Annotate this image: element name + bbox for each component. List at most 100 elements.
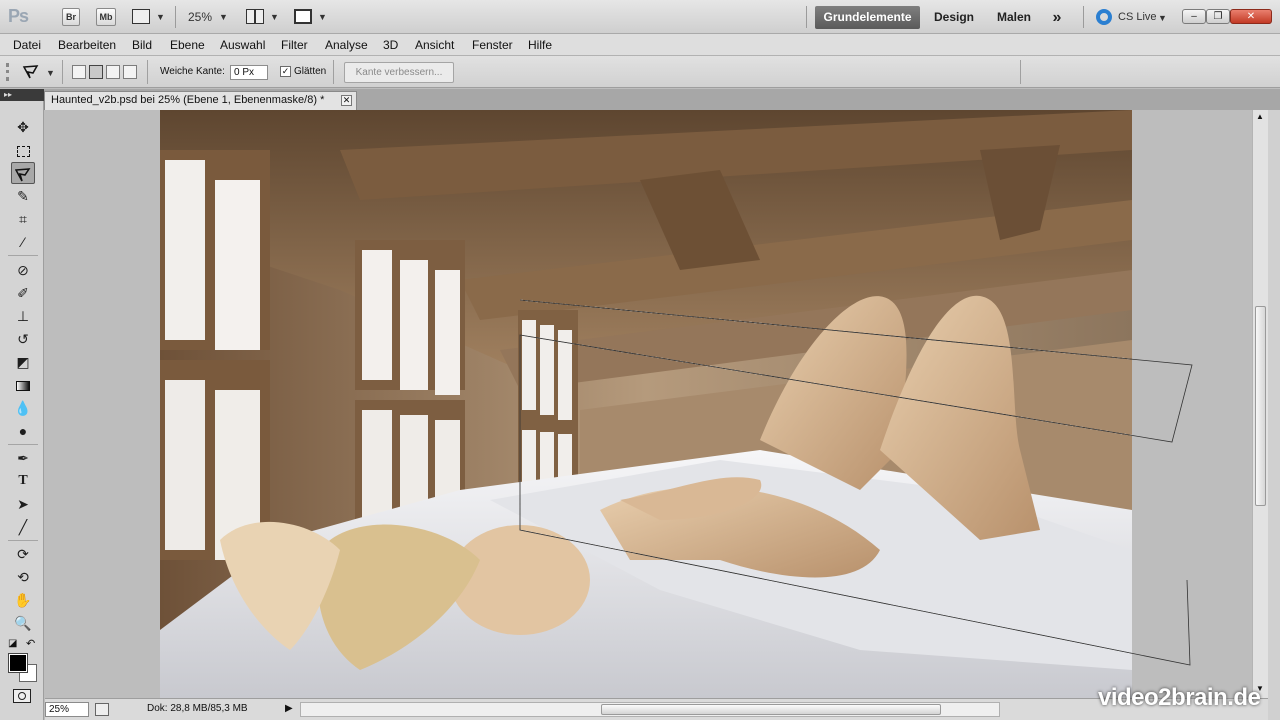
document-tab-strip: Haunted_v2b.psd bei 25% (Ebene 1, Ebenen…	[0, 89, 1280, 110]
menu-auswahl[interactable]: Auswahl	[220, 38, 265, 52]
restore-button[interactable]: ❐	[1206, 9, 1230, 24]
subtract-from-selection-button[interactable]	[106, 65, 120, 79]
options-bar: ▼ Weiche Kante: 0 Px ✓ Glätten Kante ver…	[0, 56, 1280, 88]
history-brush-icon[interactable]: ↺	[11, 328, 35, 350]
separator	[175, 6, 176, 28]
status-zoom-input[interactable]: 25%	[45, 702, 89, 717]
vertical-scroll-thumb[interactable]	[1255, 306, 1266, 506]
dodge-icon[interactable]: ●	[11, 420, 35, 442]
add-to-selection-button[interactable]	[89, 65, 103, 79]
horizontal-scroll-thumb[interactable]	[601, 704, 941, 715]
document-size-info: Dok: 28,8 MB/85,3 MB	[147, 703, 248, 714]
menu-analyse[interactable]: Analyse	[325, 38, 368, 52]
selection-path-overlay	[519, 299, 1193, 666]
crop-icon[interactable]: ⌗	[11, 208, 35, 230]
gradient-icon[interactable]	[11, 374, 35, 396]
workspace-malen[interactable]: Malen	[990, 6, 1038, 29]
rect-marquee-icon[interactable]	[11, 139, 35, 161]
close-button[interactable]: ✕	[1230, 9, 1272, 24]
application-bar: Ps Br Mb ▼ 25% ▼ ▼ ▼ Grundelemente Desig…	[0, 0, 1280, 34]
polygonal-lasso-icon[interactable]	[11, 162, 35, 184]
eraser-icon[interactable]: ◩	[11, 351, 35, 373]
panel-dock-edge	[1268, 110, 1280, 720]
chevron-down-icon[interactable]: ▼	[270, 12, 279, 22]
menu-hilfe[interactable]: Hilfe	[528, 38, 552, 52]
photoshop-logo: Ps	[8, 6, 29, 26]
separator	[62, 60, 63, 84]
document-tab-title: Haunted_v2b.psd bei 25% (Ebene 1, Ebenen…	[51, 94, 325, 106]
separator	[147, 60, 148, 84]
3d-orbit-icon[interactable]: ⟲	[11, 566, 35, 588]
chevron-down-icon[interactable]: ▼	[219, 12, 228, 22]
new-selection-button[interactable]	[72, 65, 86, 79]
hand-icon[interactable]: ✋	[11, 589, 35, 611]
refine-edge-button[interactable]: Kante verbessern...	[344, 62, 454, 83]
quick-mask-icon[interactable]	[13, 689, 31, 703]
options-grip	[6, 63, 16, 81]
brush-icon[interactable]: ✐	[11, 282, 35, 304]
menu-ebene[interactable]: Ebene	[170, 38, 205, 52]
view-extras-icon[interactable]	[132, 9, 150, 24]
swap-colors-icon[interactable]: ↶	[26, 637, 35, 650]
document-tab[interactable]: Haunted_v2b.psd bei 25% (Ebene 1, Ebenen…	[44, 91, 357, 110]
healing-brush-icon[interactable]: ⊘	[11, 259, 35, 281]
menu-bild[interactable]: Bild	[132, 38, 152, 52]
pen-icon[interactable]: ✒	[11, 447, 35, 469]
scroll-up-icon[interactable]: ▲	[1256, 112, 1264, 121]
clone-stamp-icon[interactable]: ⊥	[11, 305, 35, 327]
workspace-design[interactable]: Design	[928, 6, 980, 29]
quick-selection-icon[interactable]: ✎	[11, 185, 35, 207]
chevron-down-icon[interactable]: ▼	[46, 68, 55, 78]
blur-icon[interactable]: 💧	[11, 397, 35, 419]
bridge-button[interactable]: Br	[62, 8, 80, 26]
close-tab-icon[interactable]: ✕	[341, 95, 352, 106]
move-icon[interactable]: ✥	[11, 116, 35, 138]
menu-datei[interactable]: Datei	[13, 38, 41, 52]
separator	[806, 6, 807, 28]
menu-3d[interactable]: 3D	[383, 38, 398, 52]
feather-input[interactable]: 0 Px	[230, 65, 268, 80]
foreground-color-swatch[interactable]	[8, 653, 28, 673]
minimize-button[interactable]: –	[1182, 9, 1206, 24]
separator	[8, 444, 38, 445]
menu-fenster[interactable]: Fenster	[472, 38, 513, 52]
default-colors-icon[interactable]: ◪	[8, 638, 17, 649]
zoom-icon[interactable]: 🔍	[11, 612, 35, 634]
feather-label: Weiche Kante:	[160, 66, 225, 77]
menu-ansicht[interactable]: Ansicht	[415, 38, 454, 52]
horizontal-scrollbar[interactable]	[300, 702, 1000, 717]
separator	[333, 60, 334, 84]
status-info-icon[interactable]	[95, 703, 109, 716]
zoom-level-dropdown[interactable]: 25%	[188, 10, 212, 24]
arrange-documents-icon[interactable]	[246, 9, 264, 24]
chevron-down-icon[interactable]: ▼	[318, 12, 327, 22]
toolbox-collapse-handle[interactable]: ▸▸	[0, 89, 44, 101]
mini-bridge-button[interactable]: Mb	[96, 8, 116, 26]
separator	[1083, 6, 1084, 28]
polygonal-lasso-icon[interactable]	[22, 64, 40, 80]
vertical-scrollbar[interactable]: ▲ ▼	[1252, 110, 1268, 698]
video2brain-watermark: video2brain.de	[1098, 684, 1261, 711]
eyedropper-icon[interactable]: ⁄	[11, 231, 35, 253]
separator	[8, 540, 38, 541]
workspace-grundelemente[interactable]: Grundelemente	[815, 6, 920, 29]
separator	[8, 255, 38, 256]
line-icon[interactable]: ╱	[11, 516, 35, 538]
path-selection-icon[interactable]: ➤	[11, 493, 35, 515]
antialias-checkbox[interactable]: ✓	[280, 66, 291, 77]
more-workspaces-button[interactable]: »	[1044, 6, 1070, 29]
canvas-area[interactable]	[45, 110, 1252, 698]
menu-bearbeiten[interactable]: Bearbeiten	[58, 38, 116, 52]
status-menu-arrow-icon[interactable]: ▶	[285, 703, 293, 714]
toolbox: ▸▸ ✥ ✎ ⌗ ⁄ ⊘ ✐ ⊥ ↺ ◩ 💧 ● ✒ T ➤ ╱ ⟳ ⟲ ✋ 🔍…	[0, 89, 44, 720]
screen-mode-icon[interactable]	[294, 9, 312, 24]
cs-live-button[interactable]: CS Live	[1118, 11, 1157, 23]
chevron-down-icon[interactable]: ▼	[156, 12, 165, 22]
cs-live-icon[interactable]	[1096, 9, 1112, 25]
type-icon[interactable]: T	[11, 470, 35, 492]
intersect-selection-button[interactable]	[123, 65, 137, 79]
separator	[1020, 60, 1021, 84]
menu-filter[interactable]: Filter	[281, 38, 308, 52]
chevron-down-icon[interactable]: ▼	[1158, 13, 1167, 23]
3d-rotate-icon[interactable]: ⟳	[11, 543, 35, 565]
